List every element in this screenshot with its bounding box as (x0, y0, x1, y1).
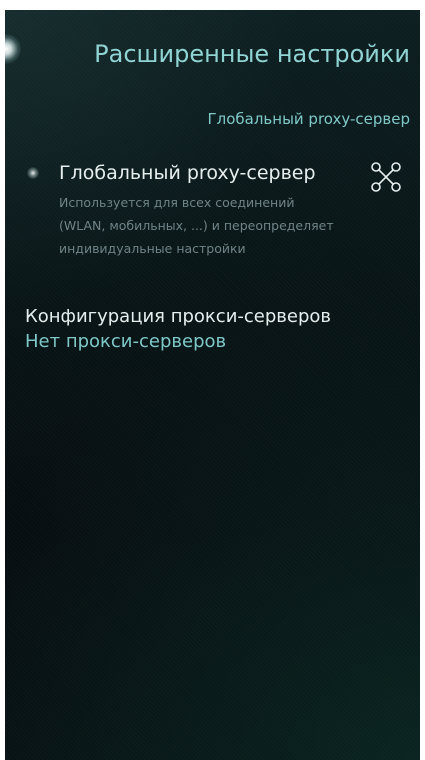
settings-screen: Расширенные настройки Глобальный proxy-с… (5, 10, 420, 760)
global-proxy-title: Глобальный proxy-сервер (59, 162, 316, 184)
global-proxy-switch[interactable]: Глобальный proxy-сервер Используется для… (5, 158, 420, 288)
network-nodes-icon (371, 162, 401, 192)
page-title: Расширенные настройки (94, 40, 410, 68)
proxy-config-item[interactable]: Конфигурация прокси-серверов Нет прокси-… (25, 305, 415, 355)
pulley-menu-indicator (5, 34, 21, 64)
proxy-config-label: Конфигурация прокси-серверов (25, 306, 332, 327)
proxy-config-value: Нет прокси-серверов (25, 331, 227, 352)
switch-indicator[interactable] (27, 167, 39, 179)
section-header: Глобальный proxy-сервер (207, 110, 410, 128)
global-proxy-description: Используется для всех соединений (WLAN, … (59, 195, 334, 256)
